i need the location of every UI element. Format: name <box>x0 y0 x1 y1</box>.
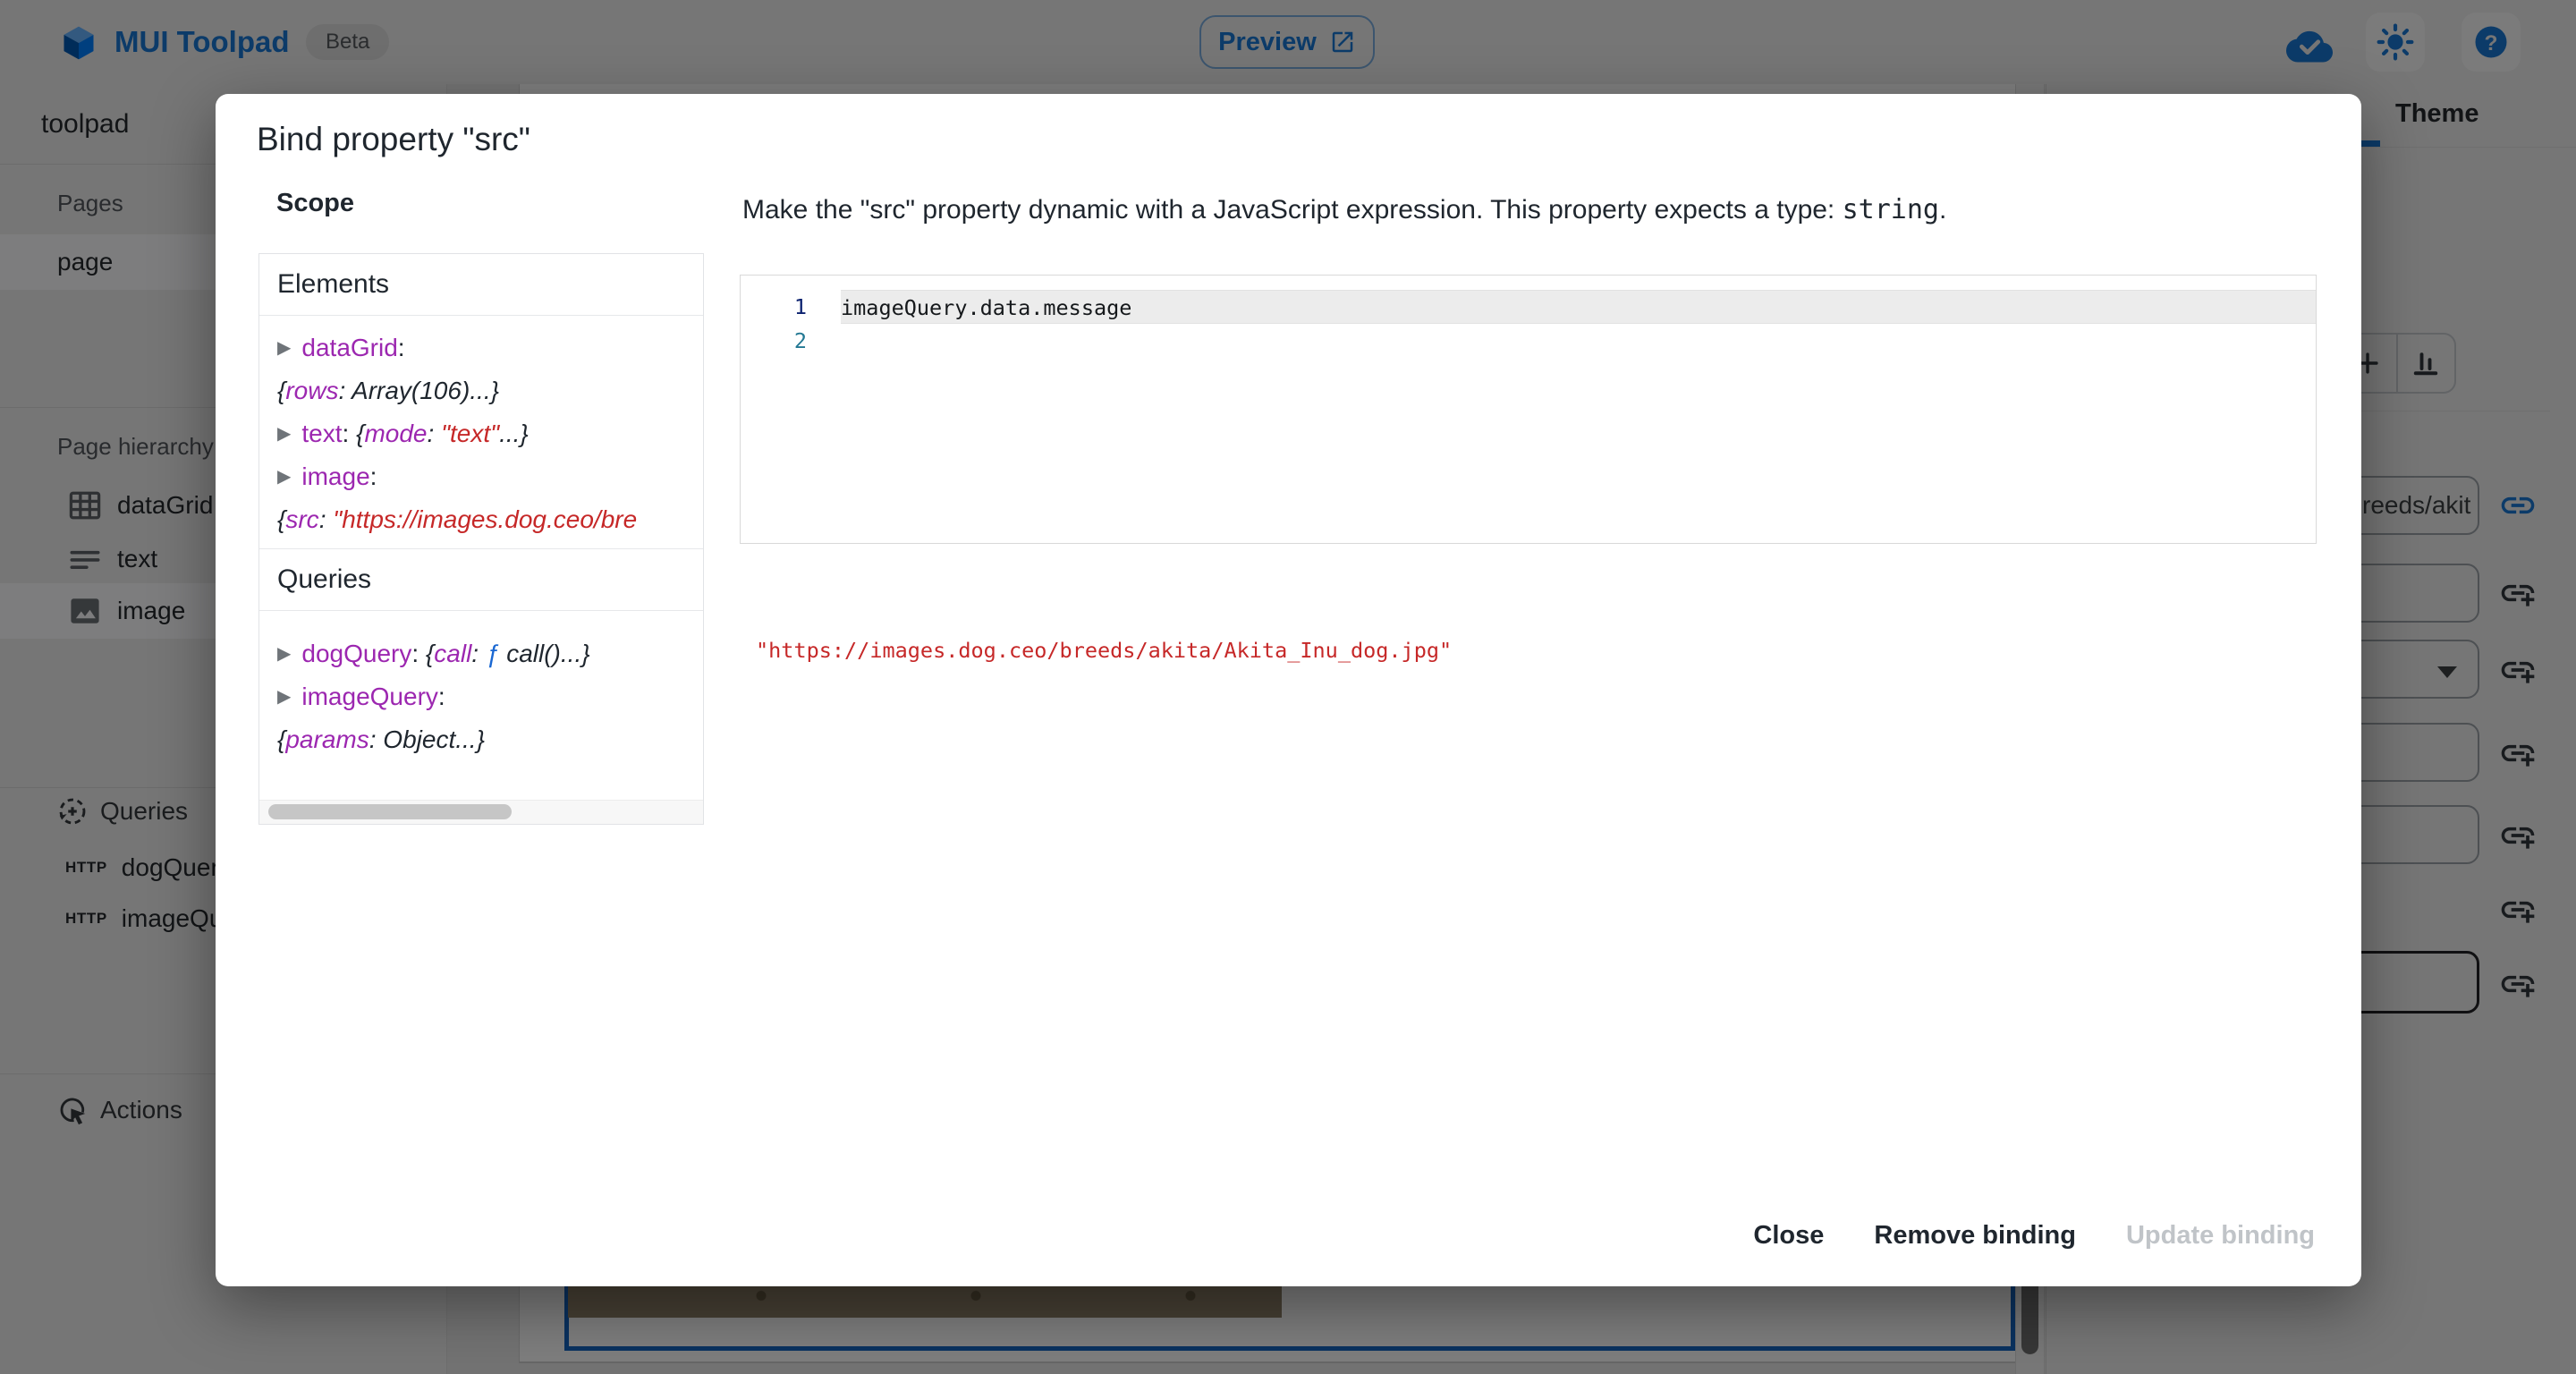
line-number: 1 <box>741 290 841 324</box>
expression-code: imageQuery.data.message <box>841 290 2316 324</box>
tree-node-image[interactable]: ▶image: <box>277 455 703 498</box>
dialog-footer: Close Remove binding Update binding <box>1728 1208 2340 1263</box>
editor-line-1[interactable]: 1 imageQuery.data.message <box>741 290 2316 324</box>
expected-type: string <box>1843 194 1939 225</box>
js-expression-editor[interactable]: 1 imageQuery.data.message 2 <box>740 275 2317 544</box>
tree-node-imagequery-preview: {params: Object...} <box>277 718 703 761</box>
expand-arrow-icon[interactable]: ▶ <box>277 632 291 675</box>
elements-header: Elements <box>259 254 703 316</box>
queries-header: Queries <box>259 548 703 611</box>
scope-scrollbar-thumb[interactable] <box>268 804 512 819</box>
scope-label: Scope <box>276 189 354 218</box>
scope-scrollbar-track[interactable] <box>259 800 703 824</box>
close-button[interactable]: Close <box>1728 1208 1849 1263</box>
tree-node-datagrid[interactable]: ▶dataGrid: <box>277 327 703 369</box>
tree-node-imagequery[interactable]: ▶imageQuery: <box>277 675 703 718</box>
expand-arrow-icon[interactable]: ▶ <box>277 455 291 498</box>
remove-binding-button[interactable]: Remove binding <box>1849 1208 2101 1263</box>
queries-tree: ▶dogQuery: {call: ƒ call()...} ▶imageQue… <box>259 611 703 761</box>
expand-arrow-icon[interactable]: ▶ <box>277 327 291 369</box>
elements-tree: ▶dataGrid: {rows: Array(106)...} ▶text: … <box>259 316 703 541</box>
expand-arrow-icon[interactable]: ▶ <box>277 675 291 718</box>
editor-line-2[interactable]: 2 <box>741 324 2316 358</box>
tree-node-text[interactable]: ▶text: {mode: "text"...} <box>277 412 703 455</box>
scope-browser: Elements ▶dataGrid: {rows: Array(106)...… <box>258 253 704 825</box>
tree-node-image-preview: {src: "https://images.dog.ceo/bre <box>277 498 703 541</box>
tree-node-datagrid-preview: {rows: Array(106)...} <box>277 369 703 412</box>
bind-property-dialog: Bind property "src" Scope Elements ▶data… <box>216 94 2361 1286</box>
dialog-title: Bind property "src" <box>257 121 530 158</box>
evaluated-result: "https://images.dog.ceo/breeds/akita/Aki… <box>756 638 1452 663</box>
expand-arrow-icon[interactable]: ▶ <box>277 412 291 455</box>
tree-node-dogquery[interactable]: ▶dogQuery: {call: ƒ call()...} <box>277 632 703 675</box>
binding-description: Make the "src" property dynamic with a J… <box>742 194 2263 225</box>
line-number: 2 <box>741 324 841 358</box>
update-binding-button[interactable]: Update binding <box>2101 1208 2340 1263</box>
